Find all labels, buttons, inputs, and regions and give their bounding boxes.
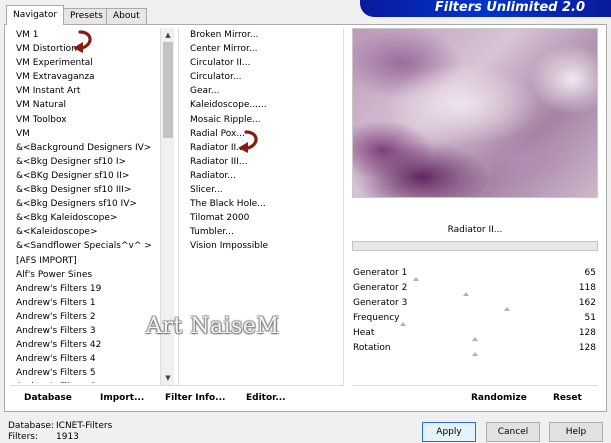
filter-controls: Generator 1 65 Generator 2 118 Generator 3 16… bbox=[352, 266, 598, 366]
slider-thumb-icon[interactable] bbox=[472, 352, 479, 356]
category-item[interactable]: [AFS IMPORT] bbox=[10, 254, 160, 268]
control-value: 65 bbox=[584, 268, 596, 278]
database-button[interactable]: Database bbox=[24, 390, 72, 406]
control-value: 128 bbox=[578, 328, 596, 338]
control-slider[interactable]: Generator 1 65 bbox=[352, 266, 598, 281]
divider bbox=[343, 28, 344, 385]
control-value: 162 bbox=[578, 298, 596, 308]
tab-navigator[interactable]: Navigator bbox=[6, 5, 65, 25]
filters-count-value: 1913 bbox=[56, 432, 79, 442]
category-item[interactable]: Andrew's Filters 2 bbox=[10, 310, 160, 324]
control-slider[interactable]: Generator 2 118 bbox=[352, 281, 598, 296]
control-slider[interactable]: Generator 3 162 bbox=[352, 296, 598, 311]
category-item[interactable]: VM bbox=[10, 127, 160, 141]
filter-item[interactable]: Gear... bbox=[184, 84, 334, 98]
control-slider[interactable]: Frequency 51 bbox=[352, 311, 598, 326]
scroll-thumb[interactable] bbox=[163, 42, 173, 138]
category-item[interactable]: &<Background Designers IV> bbox=[10, 141, 160, 155]
category-item[interactable]: VM Experimental bbox=[10, 56, 160, 70]
filter-item[interactable]: Slicer... bbox=[184, 183, 334, 197]
category-item[interactable]: &<Bkg Kaleidoscope> bbox=[10, 211, 160, 225]
category-item[interactable]: VM Instant Art bbox=[10, 84, 160, 98]
filter-item[interactable]: Broken Mirror... bbox=[184, 28, 334, 42]
divider bbox=[10, 385, 344, 386]
tab-about[interactable]: About bbox=[106, 8, 147, 24]
apply-button[interactable]: Apply bbox=[422, 422, 476, 442]
category-item[interactable]: Andrew's Filters 6 bbox=[10, 380, 160, 383]
divider bbox=[352, 385, 598, 386]
filter-item[interactable]: Kaleidoscope...... bbox=[184, 98, 334, 112]
category-item[interactable]: &<Bkg Designer sf10 I> bbox=[10, 155, 160, 169]
filter-item[interactable]: Tilomat 2000 bbox=[184, 211, 334, 225]
scroll-up-icon[interactable]: ▲ bbox=[161, 28, 175, 42]
control-name: Heat bbox=[353, 328, 375, 338]
progress-bar bbox=[352, 241, 598, 251]
arrow-annotation-icon bbox=[73, 30, 92, 53]
scroll-down-icon[interactable]: ▼ bbox=[161, 371, 175, 385]
filter-item[interactable]: Circulator II... bbox=[184, 56, 334, 70]
category-item[interactable]: &<Kaleidoscope> bbox=[10, 225, 160, 239]
category-item[interactable]: Andrew's Filters 5 bbox=[10, 366, 160, 380]
filter-item[interactable]: Circulator... bbox=[184, 70, 334, 84]
control-value: 118 bbox=[578, 283, 596, 293]
category-item[interactable]: Andrew's Filters 19 bbox=[10, 282, 160, 296]
import-button[interactable]: Import... bbox=[100, 390, 144, 406]
filter-item[interactable]: Mosaic Ripple... bbox=[184, 113, 334, 127]
watermark: Art NaiseM bbox=[146, 314, 280, 339]
arrow-annotation-icon bbox=[238, 130, 258, 153]
category-item[interactable]: &<Bkg Designer sf10 III> bbox=[10, 183, 160, 197]
control-name: Generator 3 bbox=[353, 298, 408, 308]
randomize-button[interactable]: Randomize bbox=[471, 390, 527, 406]
filter-item[interactable]: The Black Hole... bbox=[184, 197, 334, 211]
control-name: Rotation bbox=[353, 343, 391, 353]
database-label: Database: bbox=[8, 421, 54, 431]
cancel-button[interactable]: Cancel bbox=[486, 422, 540, 442]
category-item[interactable]: VM Toolbox bbox=[10, 113, 160, 127]
category-item[interactable]: VM Natural bbox=[10, 98, 160, 112]
filter-item[interactable]: Radiator... bbox=[184, 169, 334, 183]
selected-filter-name: Radiator II... bbox=[447, 225, 503, 235]
control-value: 128 bbox=[578, 343, 596, 353]
control-name: Generator 1 bbox=[353, 268, 408, 278]
category-item[interactable]: VM Extravaganza bbox=[10, 70, 160, 84]
filter-item[interactable]: Vision Impossible bbox=[184, 239, 334, 253]
control-slider[interactable]: Rotation 128 bbox=[352, 341, 598, 356]
category-item[interactable]: Andrew's Filters 42 bbox=[10, 338, 160, 352]
category-list[interactable]: VM 1 VM Distortion VM Experimental VM Extra… bbox=[10, 28, 160, 383]
filter-item[interactable]: Tumbler... bbox=[184, 225, 334, 239]
app-title-banner: Filters Unlimited 2.0 bbox=[360, 0, 611, 17]
control-name: Frequency bbox=[353, 313, 400, 323]
category-item[interactable]: Andrew's Filters 1 bbox=[10, 296, 160, 310]
filter-item[interactable]: Radiator III... bbox=[184, 155, 334, 169]
category-item[interactable]: &<Sandflower Specials^v^ > bbox=[10, 239, 160, 253]
reset-button[interactable]: Reset bbox=[553, 390, 582, 406]
category-item[interactable]: Andrew's Filters 4 bbox=[10, 352, 160, 366]
filter-preview-image bbox=[352, 28, 598, 198]
category-item[interactable]: Alf's Power Sines bbox=[10, 268, 160, 282]
editor-button[interactable]: Editor... bbox=[246, 390, 286, 406]
control-slider[interactable]: Heat 128 bbox=[352, 326, 598, 341]
filter-info-button[interactable]: Filter Info... bbox=[165, 390, 225, 406]
control-value: 51 bbox=[584, 313, 596, 323]
control-name: Generator 2 bbox=[353, 283, 408, 293]
category-item[interactable]: &<Bkg Designers sf10 IV> bbox=[10, 197, 160, 211]
help-button[interactable]: Help bbox=[549, 422, 603, 442]
category-item[interactable]: &<BKg Designer sf10 II> bbox=[10, 169, 160, 183]
filters-count-label: Filters: bbox=[8, 432, 39, 442]
category-item[interactable]: Andrew's Filters 3 bbox=[10, 324, 160, 338]
filter-item[interactable]: Center Mirror... bbox=[184, 42, 334, 56]
tab-presets[interactable]: Presets bbox=[63, 8, 110, 24]
database-value: ICNET-Filters bbox=[56, 421, 113, 431]
